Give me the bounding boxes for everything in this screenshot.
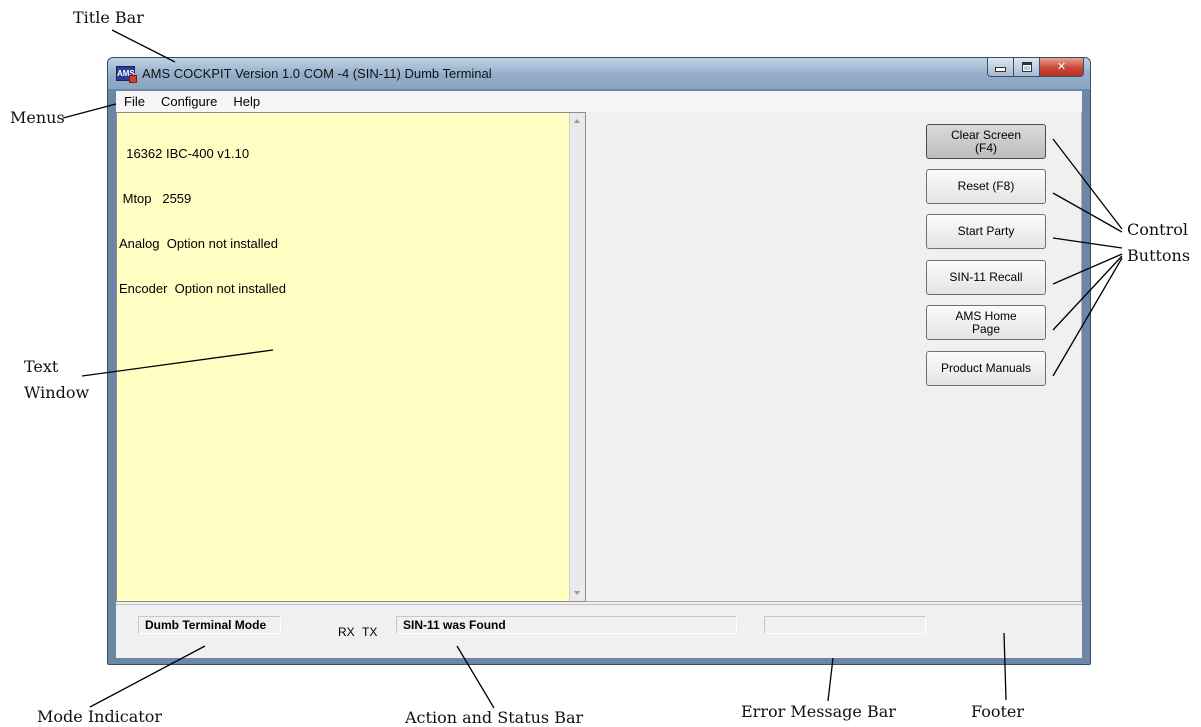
annotation-menus: Menus <box>10 108 65 127</box>
annotation-text-window-line1: Text <box>24 357 59 376</box>
menu-file[interactable]: File <box>116 94 153 109</box>
annotation-error-message-bar: Error Message Bar <box>741 702 896 721</box>
product-manuals-button[interactable]: Product Manuals <box>926 351 1046 386</box>
tx-indicator: TX <box>362 625 378 639</box>
error-message-field <box>764 616 926 634</box>
terminal-line: 16362 IBC-400 v1.10 <box>119 146 250 161</box>
annotation-footer: Footer <box>971 702 1025 721</box>
title-bar[interactable]: AMS AMS COCKPIT Version 1.0 COM -4 (SIN-… <box>108 58 1090 89</box>
minimize-icon <box>995 67 1006 72</box>
menu-bar: File Configure Help <box>116 91 1082 113</box>
annotation-control-line1: Control <box>1127 220 1189 239</box>
control-panel: Clear Screen (F4) Reset (F8) Start Party… <box>586 112 1082 602</box>
button-label: Product Manuals <box>940 361 1032 375</box>
button-label: Reset (F8) <box>957 179 1015 193</box>
mode-indicator: Dumb Terminal Mode <box>138 616 281 634</box>
clear-screen-button[interactable]: Clear Screen (F4) <box>926 124 1046 159</box>
vertical-scrollbar[interactable] <box>569 113 585 601</box>
maximize-icon <box>1021 62 1032 72</box>
terminal-output: 16362 IBC-400 v1.10 Mtop 2559 Analog Opt… <box>119 116 286 326</box>
sin11-recall-button[interactable]: SIN-11 Recall <box>926 260 1046 295</box>
terminal-line: Encoder Option not installed <box>119 281 286 296</box>
client-area: File Configure Help 16362 IBC-400 v1.10 … <box>116 91 1082 658</box>
minimize-button[interactable] <box>987 58 1014 77</box>
caption-buttons: ✕ <box>987 58 1084 78</box>
app-window: AMS AMS COCKPIT Version 1.0 COM -4 (SIN-… <box>107 57 1091 665</box>
annotation-action-status-bar: Action and Status Bar <box>405 708 584 727</box>
annotation-text-window-line2: Window <box>24 383 90 402</box>
start-party-button[interactable]: Start Party <box>926 214 1046 249</box>
window-title: AMS COCKPIT Version 1.0 COM -4 (SIN-11) … <box>142 66 492 81</box>
app-logo-icon: AMS <box>116 66 137 83</box>
rx-indicator: RX <box>338 625 355 639</box>
close-button[interactable]: ✕ <box>1040 58 1084 77</box>
scroll-down-icon[interactable] <box>574 591 580 595</box>
menu-configure[interactable]: Configure <box>153 94 225 109</box>
close-icon: ✕ <box>1056 61 1067 73</box>
terminal-line: Mtop 2559 <box>119 191 192 206</box>
button-label: Clear Screen <box>950 127 1022 142</box>
button-label: Page <box>971 321 1001 336</box>
annotation-control-line2: Buttons <box>1127 246 1191 265</box>
annotation-mode-indicator: Mode Indicator <box>37 707 163 726</box>
button-label: (F4) <box>975 140 997 155</box>
menu-help[interactable]: Help <box>225 94 268 109</box>
ams-home-page-button[interactable]: AMS Home Page <box>926 305 1046 340</box>
annotation-title-bar: Title Bar <box>73 8 144 27</box>
button-label: Start Party <box>957 224 1015 238</box>
button-label: AMS Home <box>955 308 1017 323</box>
text-window[interactable]: 16362 IBC-400 v1.10 Mtop 2559 Analog Opt… <box>116 112 586 602</box>
reset-button[interactable]: Reset (F8) <box>926 169 1046 204</box>
action-status-field: SIN-11 was Found <box>396 616 737 634</box>
status-bar: Dumb Terminal Mode RX TX SIN-11 was Foun… <box>116 604 1082 658</box>
maximize-button[interactable] <box>1014 58 1040 77</box>
terminal-line: Analog Option not installed <box>119 236 278 251</box>
button-label: SIN-11 Recall <box>949 270 1023 284</box>
scroll-up-icon[interactable] <box>574 119 580 123</box>
